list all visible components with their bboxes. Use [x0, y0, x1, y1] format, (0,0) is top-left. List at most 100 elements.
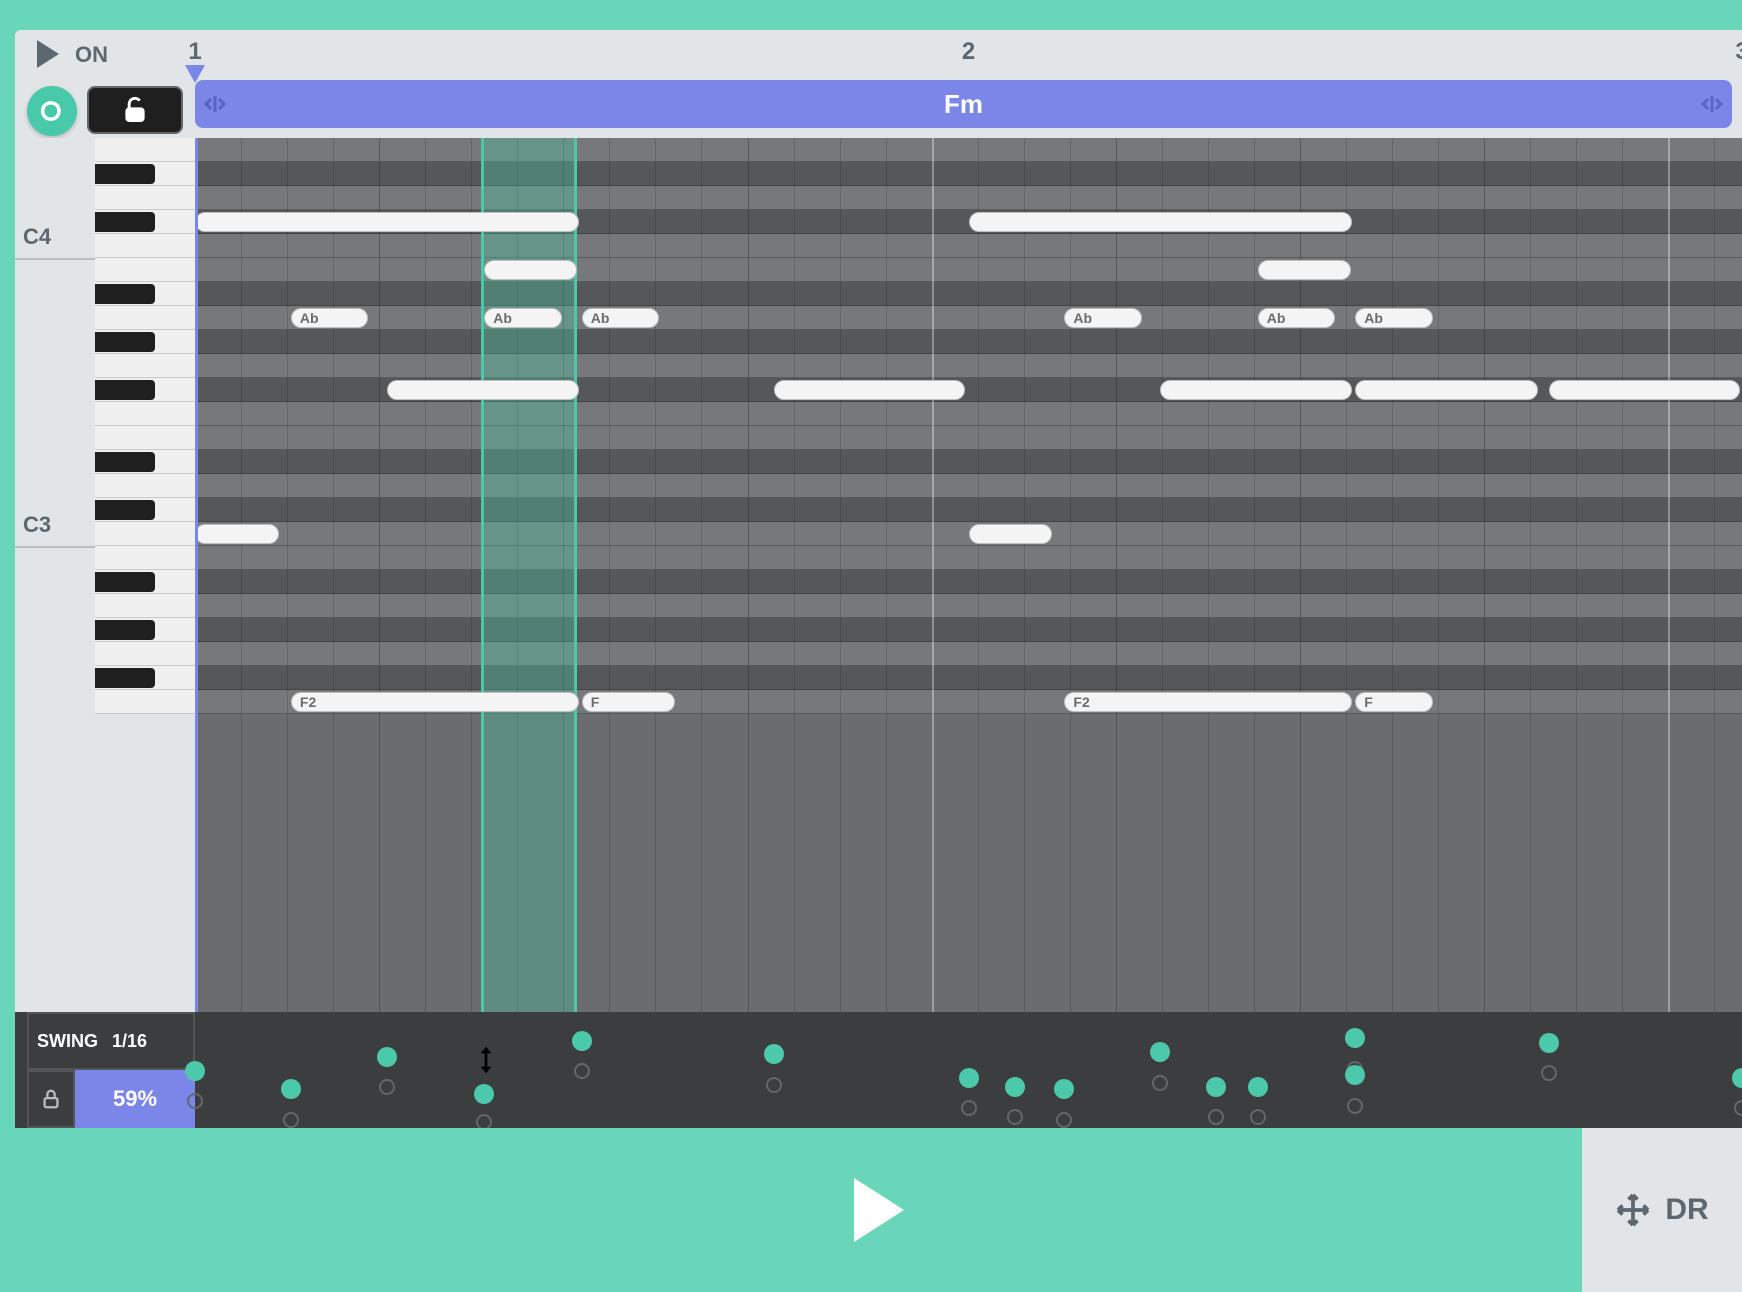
midi-note[interactable]: [774, 380, 966, 400]
velocity-marker[interactable]: [474, 1084, 494, 1104]
grid-row[interactable]: [195, 642, 1742, 666]
grid-row[interactable]: [195, 402, 1742, 426]
loop-icon: [38, 97, 66, 125]
midi-note[interactable]: Ab: [291, 308, 368, 328]
piano-key[interactable]: [95, 546, 195, 570]
velocity-shadow: [766, 1077, 782, 1093]
piano-key-black[interactable]: [95, 164, 155, 184]
midi-note[interactable]: Ab: [1355, 308, 1432, 328]
velocity-marker[interactable]: [1248, 1077, 1268, 1097]
piano-key[interactable]: [95, 594, 195, 618]
midi-note[interactable]: [969, 212, 1353, 232]
grid-row[interactable]: [195, 162, 1742, 186]
grid-row[interactable]: [195, 474, 1742, 498]
playhead-line[interactable]: [195, 138, 198, 1012]
grid-row[interactable]: [195, 138, 1742, 162]
midi-note[interactable]: Ab: [582, 308, 659, 328]
grid-row[interactable]: [195, 666, 1742, 690]
midi-note[interactable]: [1549, 380, 1741, 400]
grid-row[interactable]: [195, 234, 1742, 258]
midi-note[interactable]: [484, 260, 577, 280]
grid-row[interactable]: [195, 426, 1742, 450]
piano-key[interactable]: [95, 690, 195, 714]
drag-panel[interactable]: DR: [1582, 1128, 1742, 1292]
grid-row[interactable]: [195, 618, 1742, 642]
piano-key-black[interactable]: [95, 452, 155, 472]
velocity-marker[interactable]: [764, 1044, 784, 1064]
piano-keyboard[interactable]: [95, 138, 195, 1012]
piano-key[interactable]: [95, 186, 195, 210]
piano-key[interactable]: [95, 426, 195, 450]
midi-note[interactable]: [1258, 260, 1351, 280]
piano-roll-grid[interactable]: AbAbAbAbAbAbF2FF2F: [195, 138, 1742, 1012]
velocity-marker[interactable]: [1732, 1068, 1742, 1088]
velocity-lock-button[interactable]: [27, 1070, 75, 1128]
grid-row[interactable]: [195, 186, 1742, 210]
velocity-marker[interactable]: [1539, 1033, 1559, 1053]
velocity-marker[interactable]: [377, 1047, 397, 1067]
grid-row[interactable]: [195, 282, 1742, 306]
velocity-marker[interactable]: [1054, 1079, 1074, 1099]
midi-note[interactable]: F2: [291, 692, 579, 712]
midi-note[interactable]: Ab: [1258, 308, 1335, 328]
piano-key[interactable]: [95, 402, 195, 426]
resize-right-icon[interactable]: [1700, 92, 1724, 116]
velocity-marker[interactable]: [1005, 1077, 1025, 1097]
piano-key[interactable]: [95, 642, 195, 666]
midi-note[interactable]: Ab: [1064, 308, 1141, 328]
resize-left-icon[interactable]: [203, 92, 227, 116]
grid-row[interactable]: [195, 450, 1742, 474]
piano-key-black[interactable]: [95, 212, 155, 232]
piano-key[interactable]: [95, 354, 195, 378]
velocity-marker[interactable]: [959, 1068, 979, 1088]
piano-key[interactable]: [95, 522, 195, 546]
midi-note[interactable]: Ab: [484, 308, 561, 328]
piano-key-black[interactable]: [95, 668, 155, 688]
piano-key[interactable]: [95, 138, 195, 162]
grid-row[interactable]: [195, 546, 1742, 570]
midi-note[interactable]: [387, 380, 579, 400]
velocity-marker[interactable]: [572, 1031, 592, 1051]
midi-note[interactable]: [195, 524, 279, 544]
velocity-shadow: [1056, 1112, 1072, 1128]
swing-readout[interactable]: SWING 1/16: [27, 1012, 195, 1070]
piano-key-black[interactable]: [95, 380, 155, 400]
midi-note[interactable]: [195, 212, 579, 232]
piano-key-black[interactable]: [95, 620, 155, 640]
piano-key-black[interactable]: [95, 332, 155, 352]
velocity-marker[interactable]: [185, 1061, 205, 1081]
midi-note[interactable]: F2: [1064, 692, 1352, 712]
midi-note[interactable]: [1355, 380, 1538, 400]
piano-key[interactable]: [95, 474, 195, 498]
loop-tool-button[interactable]: [27, 86, 77, 136]
grid-row[interactable]: [195, 570, 1742, 594]
midi-note[interactable]: F: [1355, 692, 1432, 712]
lock-toggle-button[interactable]: [87, 86, 183, 134]
midi-note[interactable]: [1160, 380, 1352, 400]
piano-key[interactable]: [95, 234, 195, 258]
piano-key-black[interactable]: [95, 284, 155, 304]
piano-key-black[interactable]: [95, 500, 155, 520]
timeline-ruler[interactable]: ON 123: [15, 30, 1742, 80]
velocity-marker[interactable]: [1345, 1065, 1365, 1085]
play-button[interactable]: [854, 1178, 904, 1242]
grid-row[interactable]: [195, 354, 1742, 378]
midi-note[interactable]: F: [582, 692, 675, 712]
velocity-marker[interactable]: [1345, 1028, 1365, 1048]
piano-key[interactable]: [95, 306, 195, 330]
velocity-marker[interactable]: [281, 1079, 301, 1099]
chord-block[interactable]: Fm: [195, 80, 1732, 128]
grid-row[interactable]: [195, 330, 1742, 354]
play-button-small[interactable]: [37, 40, 59, 68]
grid-row[interactable]: [195, 306, 1742, 330]
velocity-marker[interactable]: [1150, 1042, 1170, 1062]
grid-row[interactable]: [195, 498, 1742, 522]
grid-row[interactable]: [195, 594, 1742, 618]
grid-row[interactable]: [195, 258, 1742, 282]
piano-key-black[interactable]: [95, 572, 155, 592]
piano-key[interactable]: [95, 258, 195, 282]
velocity-lane[interactable]: SWING 1/16 59%: [15, 1012, 1742, 1128]
velocity-marker[interactable]: [1206, 1077, 1226, 1097]
swing-percent[interactable]: 59%: [75, 1070, 195, 1128]
midi-note[interactable]: [969, 524, 1053, 544]
